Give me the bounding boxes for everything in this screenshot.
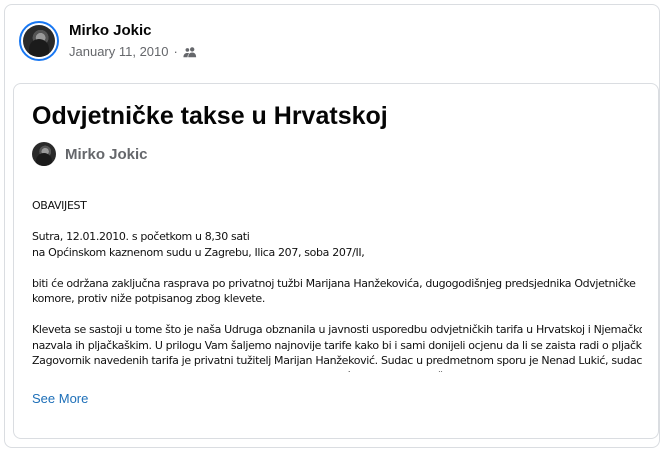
author-avatar[interactable] xyxy=(19,21,59,61)
see-more-link[interactable]: See More xyxy=(32,390,88,408)
post-card: Mirko Jokic January 11, 2010 · Odvjetnič… xyxy=(4,4,660,448)
note-card[interactable]: Odvjetničke takse u Hrvatskoj Mirko Joki… xyxy=(13,83,659,439)
post-meta: January 11, 2010 · xyxy=(69,43,197,61)
note-paragraph: Kleveta se sastoji u tome što je naša Ud… xyxy=(32,322,642,372)
note-line: nazvala ih pljačkaškim. U prilogu Vam ša… xyxy=(32,338,642,352)
note-line: Zagovornik navedenih tarifa je privatni … xyxy=(32,354,642,367)
friends-icon[interactable] xyxy=(183,46,197,58)
note-line: u presudi protiv predsjednika uprave tvr… xyxy=(32,369,642,373)
note-paragraph: Sutra, 12.01.2010. s početkom u 8,30 sat… xyxy=(32,229,642,260)
header-text: Mirko Jokic January 11, 2010 · xyxy=(69,21,197,61)
post-header: Mirko Jokic January 11, 2010 · xyxy=(19,15,197,67)
note-line: Sutra, 12.01.2010. s početkom u 8,30 sat… xyxy=(32,230,250,243)
avatar-image xyxy=(23,25,55,57)
note-author: Mirko Jokic xyxy=(32,142,148,166)
note-paragraph: OBAVIJEST xyxy=(32,198,642,214)
note-line: OBAVIJEST xyxy=(32,199,87,212)
note-line: Kleveta se sastoji u tome što je naša Ud… xyxy=(32,323,642,336)
note-author-avatar[interactable] xyxy=(32,142,56,166)
note-line: biti će održana zaključna rasprava po pr… xyxy=(32,276,636,290)
note-paragraph: biti će održana zaključna rasprava po pr… xyxy=(32,276,642,307)
note-line: na Općinskom kaznenom sudu u Zagrebu, Il… xyxy=(32,245,365,259)
note-title: Odvjetničke takse u Hrvatskoj xyxy=(32,102,388,130)
note-body: OBAVIJEST Sutra, 12.01.2010. s početkom u… xyxy=(32,198,642,372)
post-date[interactable]: January 11, 2010 xyxy=(69,43,169,61)
author-name[interactable]: Mirko Jokic xyxy=(69,21,197,41)
meta-separator: · xyxy=(173,44,178,59)
note-author-name[interactable]: Mirko Jokic xyxy=(65,146,148,163)
note-line: komore, protiv niže potpisanog zbog klev… xyxy=(32,292,265,305)
